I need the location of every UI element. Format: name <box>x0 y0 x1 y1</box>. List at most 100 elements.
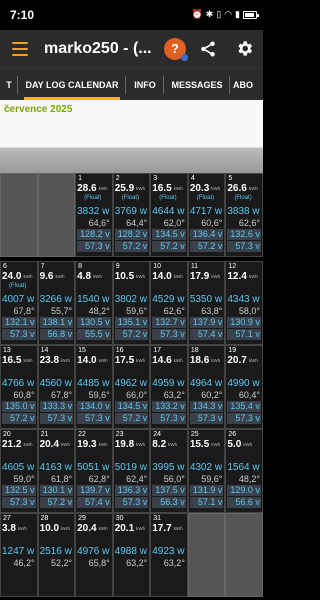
day-cell[interactable]: 23 19.8 kWh 5019 w 62,4° 136.3 v 57.3 v <box>112 429 151 513</box>
share-icon[interactable] <box>199 40 217 58</box>
day-cell[interactable]: 19 20.7 kWh 4990 w 60,4° 135.4 v 57.3 v <box>225 345 263 429</box>
day-cell[interactable]: 1 28.6 kWh (Float) 3832 w 64,6° 128.2 v 57.3 v <box>75 173 113 257</box>
day-cell[interactable]: 31 17.7 kWh 4923 w 63,2° <box>150 513 188 597</box>
day-energy-unit: kWh <box>98 526 108 531</box>
day-temperature: 65,8° <box>88 558 110 568</box>
hamburger-icon[interactable] <box>12 42 28 56</box>
day-battery-voltage: 57.4 v <box>197 329 223 339</box>
day-peak-power: 3769 w <box>114 206 147 217</box>
day-cell[interactable]: 9 10.5 kWh 3802 w 59,6° 135.1 v 57.2 v <box>112 261 151 345</box>
day-temperature: 48,2° <box>238 474 260 484</box>
day-peak-power: 5051 w <box>77 462 110 473</box>
day-number: 5 <box>228 175 233 182</box>
day-pv-voltage: 135.1 v <box>117 317 148 327</box>
day-energy-unit: kWh <box>243 442 253 447</box>
day-energy: 3.8 kWh <box>2 523 27 534</box>
day-energy: 18.6 kWh <box>190 355 220 366</box>
day-cell[interactable]: 13 16.5 kWh 4766 w 60,8° 135.0 v 57.2 v <box>0 345 38 429</box>
day-number: 15 <box>78 347 86 354</box>
day-cell[interactable]: 22 19.3 kWh 5051 w 62,8° 139.7 v 57.4 v <box>75 429 113 513</box>
day-energy: 20.1 kWh <box>115 523 145 534</box>
day-number: 17 <box>153 347 162 354</box>
calendar-week-row: 1 28.6 kWh (Float) 3832 w 64,6° 128.2 v 57.3 v2… <box>0 173 263 257</box>
calendar-header-band <box>0 148 263 173</box>
day-cell[interactable]: 24 8.2 kWh 3995 w 56,0° 137.5 v 56.3 v <box>150 429 188 513</box>
day-energy-unit: kWh <box>98 442 108 447</box>
day-peak-power: 4343 w <box>227 294 260 305</box>
day-energy: 24.0 kWh <box>2 271 32 282</box>
day-cell[interactable]: 20 21.2 kWh 4605 w 59,0° 132.5 v 57.3 v <box>0 429 38 513</box>
day-cell[interactable]: 16 17.5 kWh 4962 w 66,0° 134.5 v 57.2 v <box>112 345 151 429</box>
day-cell[interactable]: 14 23.8 kWh 4560 w 67,8° 133.3 v 57.3 v <box>37 345 76 429</box>
month-header: července 2025 <box>0 100 263 148</box>
day-cell[interactable]: 6 24.0 kWh (Float) 4007 w 67,8° 132.1 v 57.3 v <box>0 261 38 345</box>
day-cell[interactable]: 7 9.6 kWh 3266 w 55,7° 138.1 v 56.8 v <box>37 261 76 345</box>
day-cell[interactable]: 18 18.6 kWh 4964 w 60,2° 134.3 v 57.3 v <box>187 345 226 429</box>
day-energy-value: 10.0 <box>39 523 60 534</box>
day-cell[interactable]: 30 20.1 kWh 4988 w 63,2° <box>112 513 151 597</box>
day-energy-value: 20.3 <box>189 183 210 194</box>
gear-icon[interactable] <box>235 39 254 58</box>
day-pv-voltage: 134.3 v <box>192 401 223 411</box>
day-cell[interactable]: 26 5.0 kWh 1564 w 48,2° 129.0 v 56.6 v <box>225 429 263 513</box>
day-peak-power: 4529 w <box>152 294 185 305</box>
day-cell[interactable]: 11 17.9 kWh 5350 w 63,8° 137.9 v 57.4 v <box>187 261 226 345</box>
day-number: 28 <box>40 515 49 522</box>
help-icon[interactable]: ? <box>164 38 188 61</box>
day-energy-unit: kWh <box>248 186 258 191</box>
day-pv-voltage: 131.9 v <box>192 485 223 495</box>
status-icons: ⏰ ✱ ▯ ◠ ▮ <box>191 9 259 20</box>
day-energy-unit: kWh <box>136 186 146 191</box>
day-energy: 14.0 kWh <box>77 355 107 366</box>
day-pv-voltage: 132.6 v <box>230 229 260 239</box>
day-battery-voltage: 57.3 v <box>10 497 35 507</box>
day-cell[interactable]: 29 20.4 kWh 4976 w 65,8° <box>75 513 113 597</box>
day-energy: 10.5 kWh <box>115 271 145 282</box>
day-energy-value: 28.6 <box>77 183 97 194</box>
day-peak-power: 4959 w <box>152 378 185 389</box>
day-cell[interactable]: 8 4.8 kWh 1540 w 48,2° 130.5 v 55.5 v <box>75 261 113 345</box>
day-cell[interactable]: 5 26.6 kWh (Float) 3838 w 62,6° 132.6 v 57.3 v <box>225 173 263 257</box>
tab-abo[interactable]: ABO <box>230 69 263 100</box>
day-number: 25 <box>190 431 199 438</box>
day-cell[interactable]: 2 25.9 kWh (Float) 3769 w 64,4° 128.2 v 57.2 v <box>112 173 151 257</box>
day-temperature: 62,6° <box>163 306 185 316</box>
day-cell[interactable]: 17 14.6 kWh 4959 w 63,2° 133.2 v 57.3 v <box>150 345 188 429</box>
day-temperature: 64,6° <box>88 218 110 228</box>
day-energy-unit: kWh <box>211 274 221 279</box>
float-status: (Float) <box>159 195 177 201</box>
day-energy: 16.5 kWh <box>2 355 32 366</box>
day-cell[interactable]: 12 12.4 kWh 4343 w 58,0° 130.9 v 57.1 v <box>225 261 263 345</box>
day-temperature: 63,2° <box>126 558 148 568</box>
tab-t[interactable]: T <box>0 69 18 100</box>
day-cell[interactable]: 15 14.0 kWh 4485 w 59,6° 134.0 v 57.3 v <box>75 345 113 429</box>
day-energy-value: 10.5 <box>114 271 135 282</box>
day-pv-voltage: 130.9 v <box>230 317 260 327</box>
day-cell[interactable]: 3 16.5 kWh (Float) 4644 w 62,0° 134.5 v 57.2 v <box>150 173 188 257</box>
tab-info[interactable]: INFO <box>126 69 164 100</box>
day-peak-power: 2516 w <box>39 546 72 557</box>
status-bar: 7:10 ⏰ ✱ ▯ ◠ ▮ <box>0 0 263 30</box>
day-battery-voltage: 57.3 v <box>10 329 35 339</box>
day-pv-voltage: 128.2 v <box>117 229 148 239</box>
day-energy-unit: kWh <box>61 526 71 531</box>
day-cell[interactable]: 4 20.3 kWh (Float) 4717 w 60,6° 136.4 v 57.2 v <box>187 173 226 257</box>
day-number: 23 <box>115 431 124 438</box>
day-battery-voltage: 57.3 v <box>122 497 148 507</box>
day-peak-power: 4964 w <box>189 378 223 389</box>
day-cell[interactable]: 21 20.4 kWh 4163 w 61,8° 130.1 v 57.2 v <box>37 429 76 513</box>
day-cell[interactable]: 25 15.5 kWh 4302 w 59,6° 131.9 v 57.1 v <box>187 429 226 513</box>
day-peak-power: 4923 w <box>152 546 185 557</box>
day-peak-power: 4990 w <box>227 378 260 389</box>
day-cell[interactable]: 10 14.0 kWh 4529 w 62,6° 132.7 v 57.3 v <box>150 261 188 345</box>
tab-day-log-calendar[interactable]: DAY LOG CALENDAR <box>18 69 126 100</box>
day-cell[interactable]: 28 10.0 kWh 2516 w 52,2° <box>37 513 76 597</box>
day-energy-value: 17.5 <box>114 355 135 366</box>
day-peak-power: 4976 w <box>77 546 110 557</box>
day-peak-power: 4605 w <box>2 462 35 473</box>
day-battery-voltage: 57.3 v <box>47 413 73 423</box>
day-cell[interactable]: 27 3.8 kWh 1247 w 46,2° <box>0 513 38 597</box>
day-energy-unit: kWh <box>23 442 33 447</box>
tab-messages[interactable]: MESSAGES <box>164 69 230 100</box>
day-energy-value: 20.7 <box>227 355 247 366</box>
